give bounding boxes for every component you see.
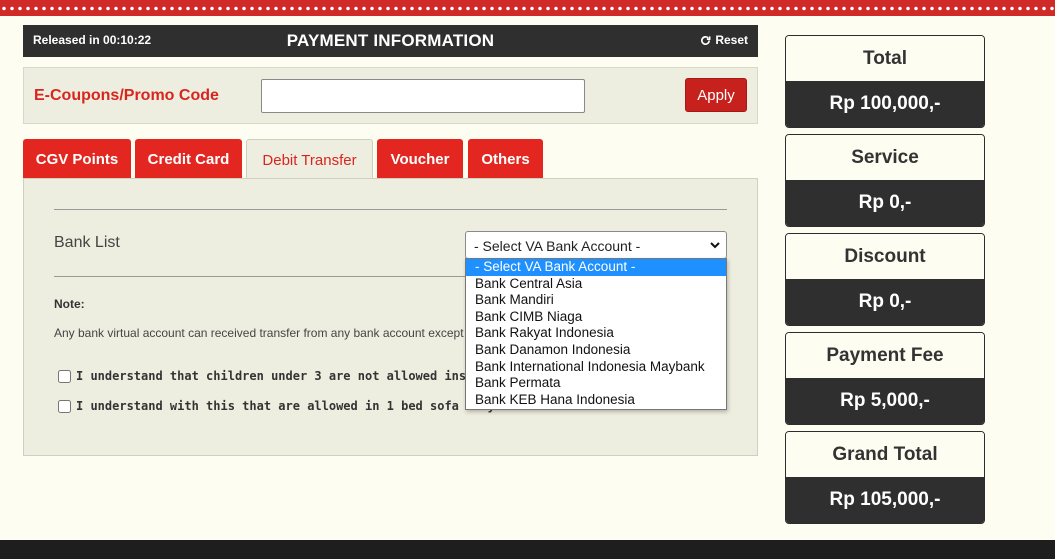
summary-value: Rp 100,000,-: [786, 81, 984, 127]
children-policy-checkbox-row[interactable]: I understand that children under 3 are n…: [58, 369, 531, 383]
page-title: PAYMENT INFORMATION: [286, 31, 495, 50]
refresh-icon: [701, 35, 711, 45]
bank-option[interactable]: Bank International Indonesia Maybank: [466, 359, 726, 376]
summary-service: Service Rp 0,-: [785, 134, 985, 227]
summary-label: Payment Fee: [786, 333, 984, 378]
border-dots: [0, 6, 1055, 11]
tab-credit-card[interactable]: Credit Card: [135, 139, 242, 179]
chevron-down-icon: [710, 242, 720, 249]
bank-option[interactable]: Bank Rakyat Indonesia: [466, 325, 726, 342]
bed-sofa-policy-label: I understand with this that are allowed …: [76, 399, 532, 413]
divider: [54, 276, 474, 277]
summary-label: Service: [786, 135, 984, 180]
summary-grand-total: Grand Total Rp 105,000,-: [785, 431, 985, 524]
bed-sofa-policy-checkbox-row[interactable]: I understand with this that are allowed …: [58, 399, 531, 413]
summary-value: Rp 5,000,-: [786, 378, 984, 424]
bank-dropdown-list: - Select VA Bank Account - Bank Central …: [465, 258, 727, 410]
bank-select[interactable]: - Select VA Bank Account -: [465, 231, 727, 259]
summary-discount: Discount Rp 0,-: [785, 233, 985, 326]
apply-button[interactable]: Apply: [685, 78, 747, 112]
bank-list-label: Bank List: [54, 234, 120, 251]
promo-code-section: E-Coupons/Promo Code Apply: [23, 67, 758, 124]
promo-code-label: E-Coupons/Promo Code: [34, 87, 219, 104]
bank-option[interactable]: Bank Mandiri: [466, 292, 726, 309]
bank-option[interactable]: Bank Danamon Indonesia: [466, 342, 726, 359]
bank-option[interactable]: Bank KEB Hana Indonesia: [466, 392, 726, 409]
bank-select-value: - Select VA Bank Account -: [474, 238, 641, 254]
decorative-top-border: [0, 0, 1055, 16]
summary-payment-fee: Payment Fee Rp 5,000,-: [785, 332, 985, 425]
children-policy-label: I understand that children under 3 are n…: [76, 369, 532, 383]
note-text: Any bank virtual account can received tr…: [54, 326, 464, 340]
reset-button[interactable]: Reset: [700, 33, 748, 47]
summary-label: Total: [786, 36, 984, 81]
reset-label: Reset: [715, 33, 748, 47]
tab-voucher[interactable]: Voucher: [377, 139, 463, 179]
bank-option[interactable]: Bank Central Asia: [466, 276, 726, 293]
summary-total: Total Rp 100,000,-: [785, 35, 985, 128]
summary-value: Rp 0,-: [786, 279, 984, 325]
bank-option[interactable]: Bank CIMB Niaga: [466, 309, 726, 326]
summary-value: Rp 0,-: [786, 180, 984, 226]
divider: [54, 209, 727, 210]
bed-sofa-policy-checkbox[interactable]: [58, 399, 71, 413]
summary-value: Rp 105,000,-: [786, 477, 984, 523]
promo-code-input[interactable]: [261, 79, 585, 113]
tab-debit-transfer[interactable]: Debit Transfer: [246, 139, 373, 180]
tab-others[interactable]: Others: [468, 139, 543, 179]
payment-header: Released in 00:10:22 PAYMENT INFORMATION…: [23, 25, 758, 57]
note-title: Note:: [54, 297, 85, 311]
summary-label: Discount: [786, 234, 984, 279]
footer-bar: [0, 540, 1055, 559]
children-policy-checkbox[interactable]: [58, 369, 71, 383]
summary-label: Grand Total: [786, 432, 984, 477]
bank-option[interactable]: Bank Permata: [466, 375, 726, 392]
bank-option[interactable]: - Select VA Bank Account -: [466, 259, 726, 276]
tab-cgv-points[interactable]: CGV Points: [23, 139, 131, 179]
